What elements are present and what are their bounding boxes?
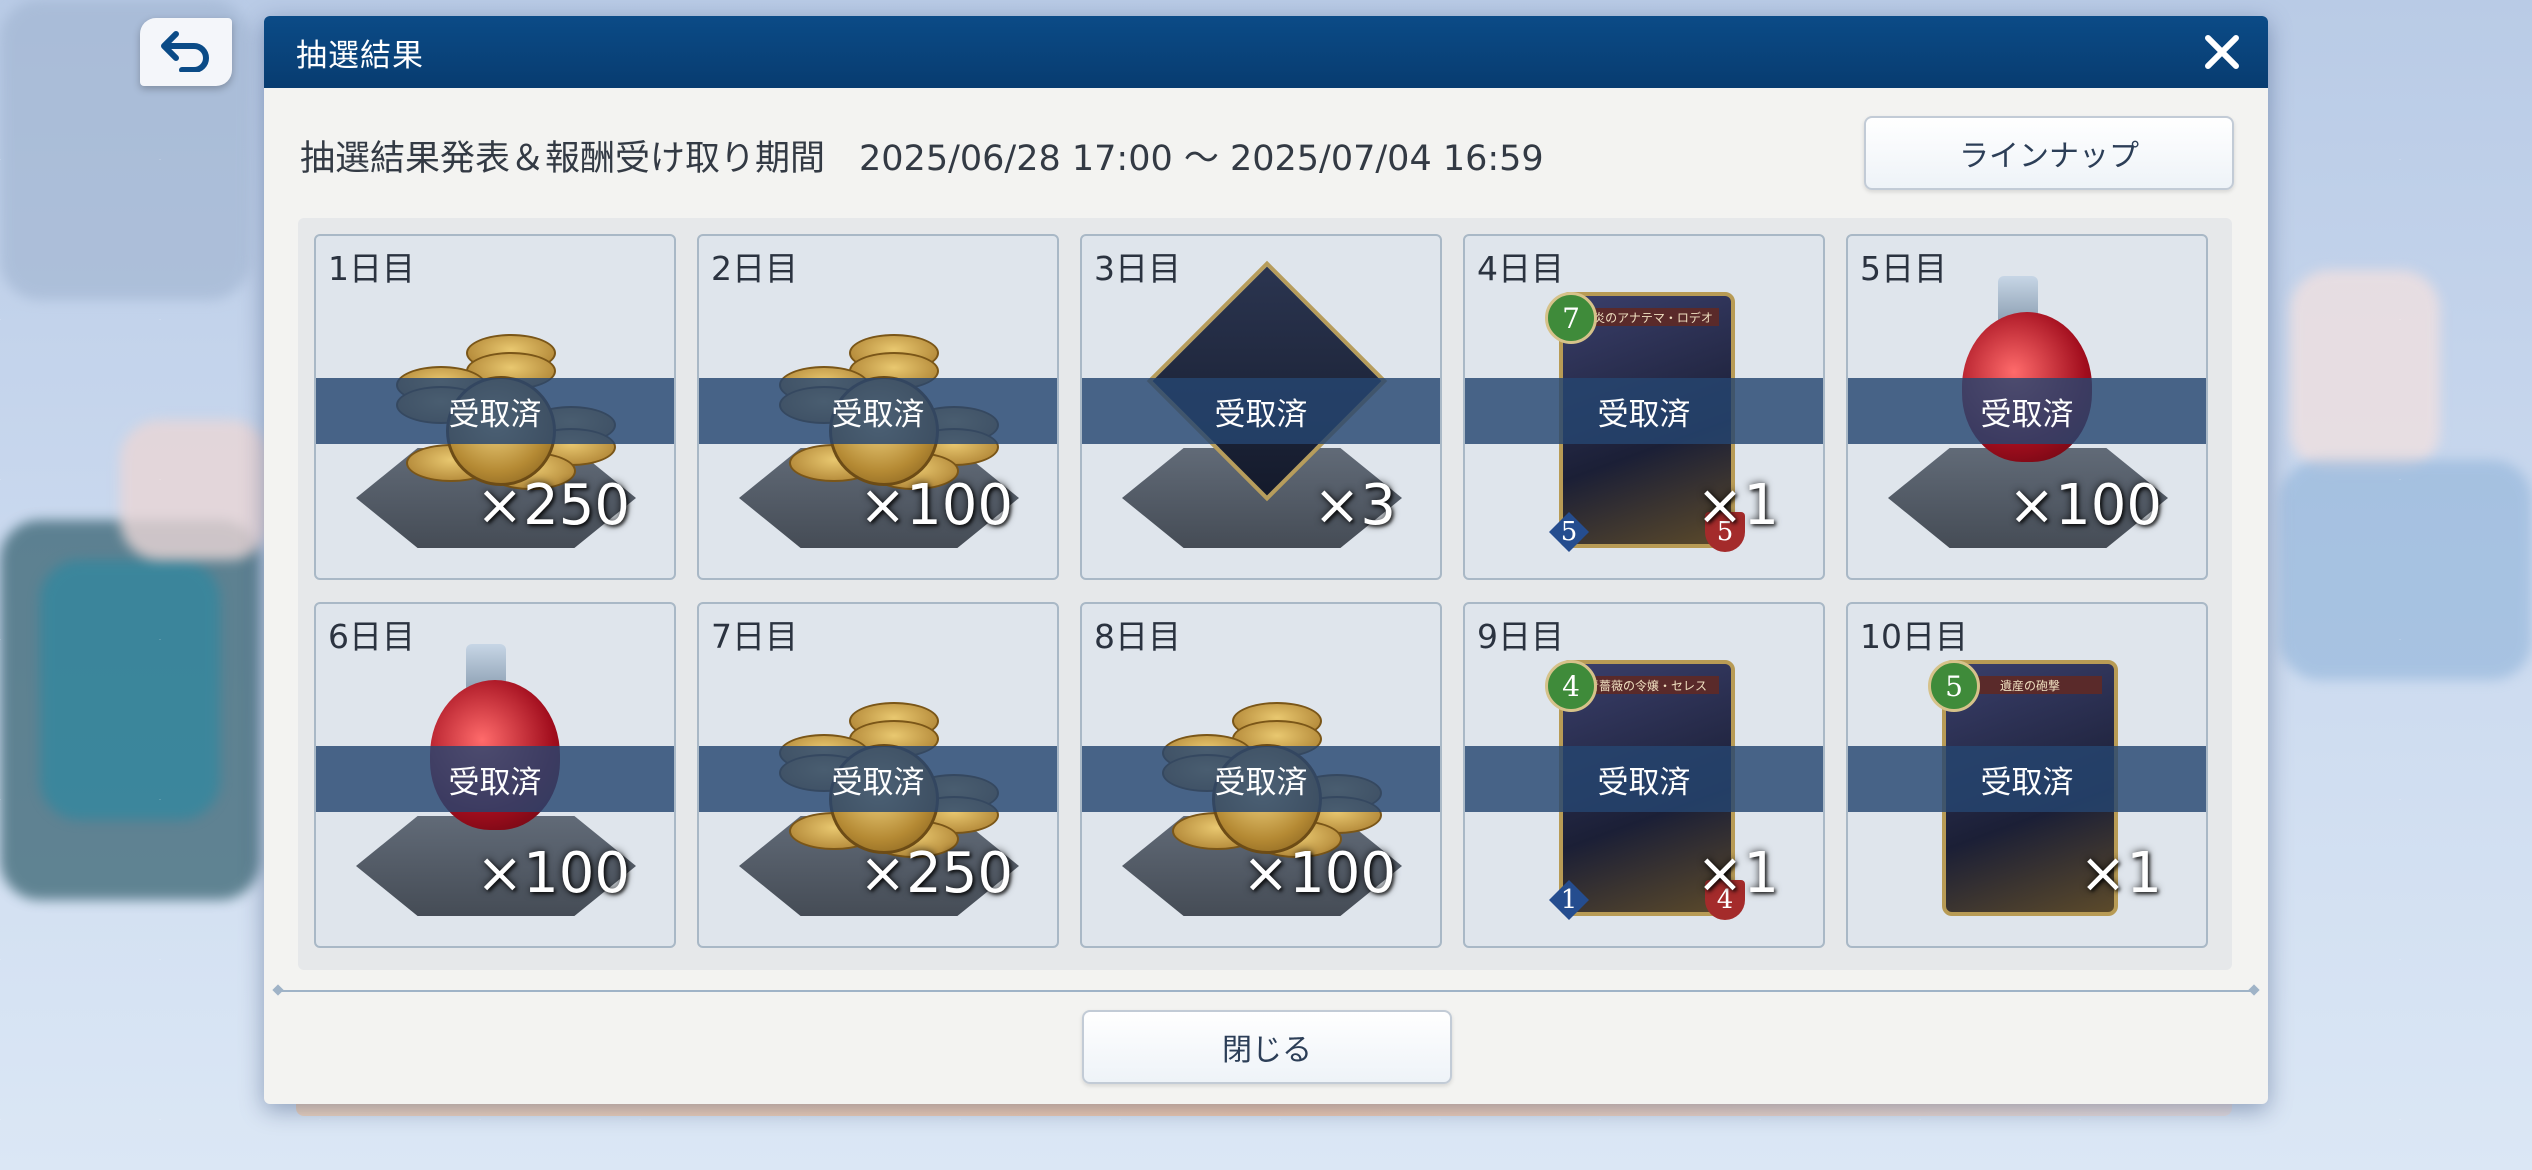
quantity-label: ×100 [1242, 841, 1396, 906]
reward-cell[interactable]: 3日目 ×3 受取済 [1080, 234, 1442, 580]
day-label: 5日目 [1860, 249, 1947, 288]
day-label: 9日目 [1477, 617, 1564, 656]
dialog-title: 抽選結果 [296, 37, 424, 74]
claimed-banner: 受取済 [1465, 746, 1823, 812]
lineup-button[interactable]: ラインナップ [1864, 116, 2234, 190]
quantity-label: ×100 [2008, 473, 2162, 538]
claimed-banner: 受取済 [316, 378, 674, 444]
day-label: 10日目 [1860, 617, 1968, 656]
claimed-banner: 受取済 [316, 746, 674, 812]
day-label: 2日目 [711, 249, 798, 288]
quantity-label: ×3 [1313, 473, 1396, 538]
card-cost-badge: 7 [1545, 292, 1597, 344]
reward-cell[interactable]: 1日目 ×250 受取済 [314, 234, 676, 580]
period-value: 2025/06/28 17:00 ～ 2025/07/04 16:59 [859, 139, 1544, 179]
lottery-result-dialog: 抽選結果 抽選結果発表＆報酬受け取り期間 2025/06/28 17:00 ～ … [264, 16, 2268, 1104]
day-label: 4日目 [1477, 249, 1564, 288]
quantity-label: ×250 [859, 841, 1013, 906]
day-label: 8日目 [1094, 617, 1181, 656]
quantity-label: ×1 [2079, 841, 2162, 906]
back-arrow-icon [158, 28, 214, 76]
day-label: 1日目 [328, 249, 415, 288]
day-label: 7日目 [711, 617, 798, 656]
card-cost-badge: 5 [1928, 660, 1980, 712]
reward-cell[interactable]: 2日目 ×100 受取済 [697, 234, 1059, 580]
back-button[interactable] [140, 18, 232, 86]
reward-cell[interactable]: 9日目 青薔薇の令嬢・セレス 4 1 4 ×1 受取済 [1463, 602, 1825, 948]
dialog-title-bar: 抽選結果 [264, 16, 2268, 88]
reward-cell[interactable]: 7日目 ×250 受取済 [697, 602, 1059, 948]
quantity-label: ×100 [859, 473, 1013, 538]
claimed-banner: 受取済 [699, 746, 1057, 812]
reward-cell[interactable]: 4日目 獄炎のアナテマ・ロデオ 7 5 5 ×1 受取済 [1463, 234, 1825, 580]
reward-period: 抽選結果発表＆報酬受け取り期間 2025/06/28 17:00 ～ 2025/… [300, 130, 1544, 181]
reward-cell[interactable]: 5日目 ×100 受取済 [1846, 234, 2208, 580]
quantity-label: ×250 [476, 473, 630, 538]
reward-cell[interactable]: 10日目 遺産の砲撃 5 ×1 受取済 [1846, 602, 2208, 948]
claimed-banner: 受取済 [1848, 378, 2206, 444]
claimed-banner: 受取済 [1465, 378, 1823, 444]
reward-cell[interactable]: 6日目 ×100 受取済 [314, 602, 676, 948]
quantity-label: ×100 [476, 841, 630, 906]
quantity-label: ×1 [1696, 841, 1779, 906]
claimed-banner: 受取済 [1848, 746, 2206, 812]
quantity-label: ×1 [1696, 473, 1779, 538]
day-label: 3日目 [1094, 249, 1181, 288]
close-button[interactable]: 閉じる [1082, 1010, 1452, 1084]
divider [278, 990, 2254, 992]
close-icon[interactable] [2198, 28, 2246, 76]
day-label: 6日目 [328, 617, 415, 656]
claimed-banner: 受取済 [1082, 378, 1440, 444]
card-cost-badge: 4 [1545, 660, 1597, 712]
claimed-banner: 受取済 [699, 378, 1057, 444]
period-label: 抽選結果発表＆報酬受け取り期間 [300, 139, 826, 179]
reward-grid: 1日目 ×250 受取済 2日目 ×100 受取済 3日目 ×3 受取済 4日目… [298, 218, 2232, 970]
claimed-banner: 受取済 [1082, 746, 1440, 812]
reward-cell[interactable]: 8日目 ×100 受取済 [1080, 602, 1442, 948]
